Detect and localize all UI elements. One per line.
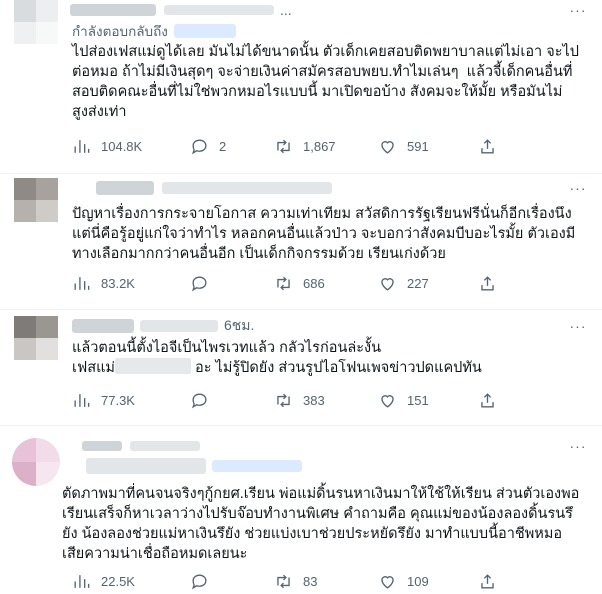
retweet-icon (277, 393, 290, 407)
redacted-name (114, 358, 191, 374)
avatar[interactable] (14, 316, 58, 360)
share-icon (481, 392, 494, 408)
heart-icon (381, 394, 394, 408)
tweet-text: ตัดภาพมาที่คนจนจริงๆกู้กยศ.เรียน พ่อแม่ด… (62, 486, 580, 562)
tweet-header (96, 178, 332, 198)
post-time[interactable]: 6ชม. (224, 315, 254, 337)
heart-icon (381, 277, 394, 291)
like-button[interactable]: 109 (378, 572, 429, 591)
tweet-text: แล้วตอนนี้ตั้งไอจีเป็นไพรเวทแล้ว กลัวไรก… (72, 338, 580, 378)
more-dots-icon[interactable]: ··· (568, 178, 588, 198)
bar-chart-icon (74, 393, 90, 407)
retweet-icon (277, 574, 290, 588)
retweet-icon (277, 139, 290, 153)
speech-bubble-icon (191, 275, 207, 291)
retweet-count: 1,867 (303, 138, 336, 154)
tweet-header: 6ชม. (72, 316, 254, 336)
views-button[interactable]: 104.8K (72, 137, 142, 156)
speech-bubble-icon (191, 138, 207, 154)
tweet-text-line: แล้วตอนนี้ตั้งไอจีเป็นไพรเวทแล้ว กลัวไรก… (72, 340, 382, 356)
share-icon (481, 573, 494, 589)
tweet-text: ปัญหาเรื่องการกระจายโอกาส ความเท่าเทียม … (72, 206, 576, 262)
retweet-icon (277, 276, 290, 290)
tweet-actions: 104.8K 2 1,867 591 (72, 135, 588, 157)
reply-button[interactable] (190, 391, 219, 410)
reply-button[interactable] (190, 572, 219, 591)
reply-count: 2 (219, 138, 227, 154)
more-dots-icon[interactable]: ··· (568, 316, 588, 336)
replying-label: กำลังตอบกลับถึง (72, 24, 168, 39)
share-icon (481, 275, 494, 291)
bar-chart-icon (74, 574, 90, 588)
retweet-button[interactable]: 686 (274, 274, 325, 293)
like-button[interactable]: 227 (378, 274, 429, 293)
display-name[interactable] (96, 181, 154, 195)
bar-chart-icon (74, 276, 90, 290)
like-count: 227 (407, 275, 429, 291)
like-count: 591 (407, 138, 429, 154)
views-button[interactable]: 83.2K (72, 274, 135, 293)
reply-button[interactable] (190, 274, 219, 293)
tweet-text: ไปส่องเฟสแม่ดูได้เลย มันไม่ได้ขนาดนั้น ต… (72, 44, 579, 120)
display-name[interactable] (72, 319, 134, 333)
like-button[interactable]: 591 (378, 137, 429, 156)
tweet-actions: 22.5K 83 109 (72, 570, 588, 592)
views-count: 83.2K (101, 275, 135, 291)
replying-to: กำลังตอบกลับถึง (72, 20, 236, 42)
tweet-text-fragment: เฟสแม่ (72, 360, 115, 376)
like-count: 151 (407, 392, 429, 408)
display-name[interactable] (82, 441, 122, 451)
retweet-button[interactable]: 383 (274, 391, 325, 410)
views-count: 22.5K (101, 573, 135, 589)
handle-dots: ... (280, 2, 292, 18)
more-dots-icon[interactable]: ··· (568, 0, 588, 20)
tweet[interactable]: ... ··· กำลังตอบกลับถึง ไปส่องเฟสแม่ดูได… (0, 0, 602, 174)
share-button[interactable] (478, 274, 507, 293)
more-dots-icon[interactable]: ··· (568, 436, 588, 456)
mention-link[interactable] (173, 24, 236, 38)
heart-icon (381, 575, 394, 589)
avatar[interactable] (14, 178, 58, 222)
tweet-header-sub (86, 456, 302, 476)
bar-chart-icon (74, 139, 90, 153)
like-button[interactable]: 151 (378, 391, 429, 410)
views-count: 104.8K (101, 138, 143, 154)
retweet-count: 83 (303, 573, 318, 589)
heart-icon (381, 140, 394, 154)
views-count: 77.3K (101, 392, 135, 408)
retweet-count: 383 (303, 392, 325, 408)
tweet-text-line: เฟสแม่ อะ ไม่รู้ปิดยัง ส่วนรูปไอโฟนเพจข่… (72, 358, 580, 378)
share-button[interactable] (478, 572, 507, 591)
speech-bubble-icon (191, 392, 207, 408)
views-button[interactable]: 77.3K (72, 391, 135, 410)
display-name[interactable] (70, 4, 156, 16)
tweet-text-fragment: อะ ไม่รู้ปิดยัง ส่วนรูปไอโฟนเพจข่าวปดแคป… (190, 360, 482, 376)
avatar[interactable] (12, 438, 60, 486)
tweet-actions: 77.3K 383 151 (72, 389, 588, 411)
retweet-count: 686 (303, 275, 325, 291)
tweet[interactable]: ··· ตัดภาพมาที่คนจนจริงๆกู้กยศ.เรียน พ่อ… (0, 426, 602, 594)
views-button[interactable]: 22.5K (72, 572, 135, 591)
tweet[interactable]: ··· ปัญหาเรื่องการกระจายโอกาส ความเท่าเท… (0, 174, 602, 310)
tweet-actions: 83.2K 686 227 (72, 272, 588, 294)
share-icon (481, 138, 494, 154)
reply-button[interactable]: 2 (190, 137, 226, 156)
tweet[interactable]: 6ชม. ··· แล้วตอนนี้ตั้งไอจีเป็นไพรเวทแล้… (0, 310, 602, 426)
retweet-button[interactable]: 83 (274, 572, 317, 591)
tweet-header: ... (70, 0, 292, 20)
tweet-header (82, 436, 200, 456)
share-button[interactable] (478, 391, 507, 410)
like-count: 109 (407, 573, 429, 589)
speech-bubble-icon (191, 573, 207, 589)
retweet-button[interactable]: 1,867 (274, 137, 336, 156)
share-button[interactable] (478, 137, 507, 156)
reply-feed: ... ··· กำลังตอบกลับถึง ไปส่องเฟสแม่ดูได… (0, 0, 602, 594)
avatar[interactable] (14, 0, 58, 44)
